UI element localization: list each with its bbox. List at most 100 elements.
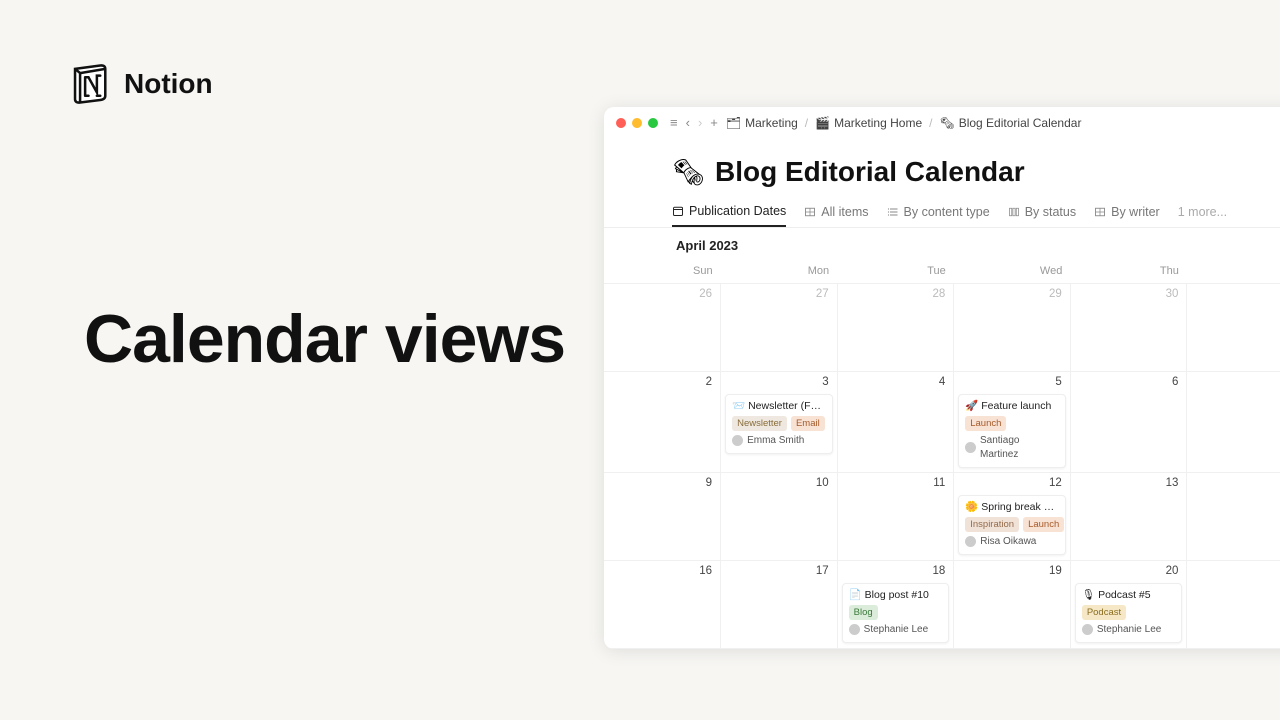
tag-blog: Blog [849,605,878,620]
day-number: 9 [706,477,712,489]
calendar-cell[interactable]: 9 [604,472,721,560]
window-controls[interactable] [616,118,658,128]
breadcrumb-root[interactable]: Marketing [745,116,798,130]
forward-icon[interactable]: › [698,115,702,130]
author-name: Risa Oikawa [980,535,1036,549]
close-icon[interactable] [616,118,626,128]
card-icon: 🎙 [1082,589,1095,601]
event-card-spring-break[interactable]: 🌼 Spring break cam... Inspiration Launch… [958,495,1066,555]
tab-label: By writer [1111,205,1160,219]
tag-inspiration: Inspiration [965,517,1019,532]
card-title: Newsletter (Febr... [748,400,826,412]
day-number: 6 [1172,376,1178,388]
notion-logo-icon [70,62,112,106]
calendar-cell[interactable] [1187,560,1280,648]
card-title: Spring break cam... [981,501,1059,513]
breadcrumb-root-icon: 🗂 [726,116,741,130]
weekday-header: Sun [604,259,721,284]
day-number: 4 [939,376,945,388]
tab-more[interactable]: 1 more... [1178,199,1227,226]
menu-icon[interactable]: ≡ [670,115,678,130]
calendar-cell[interactable]: 11 [837,472,954,560]
tag-launch: Launch [1023,517,1064,532]
day-number: 26 [699,288,712,300]
breadcrumb-home-icon: 🎬 [815,116,830,130]
tag-newsletter: Newsletter [732,416,787,431]
card-icon: 🌼 [965,501,978,513]
day-number: 16 [699,565,712,577]
event-card-feature-launch[interactable]: 🚀 Feature launch Launch Santiago Martine… [958,394,1066,468]
page-headline: Calendar views [84,300,565,378]
event-card-blog-post-10[interactable]: 📄 Blog post #10 Blog Stephanie Lee [842,583,950,643]
calendar-cell[interactable]: 30 [1070,284,1187,372]
tag-launch: Launch [965,416,1006,431]
card-title: Feature launch [981,400,1051,412]
breadcrumb[interactable]: 🗂 Marketing / 🎬 Marketing Home / 🗞 Blog … [726,116,1082,130]
day-number: 13 [1166,477,1179,489]
weekday-header: Thu [1070,259,1187,284]
page-icon[interactable]: 🗞 [672,157,705,188]
tab-by-writer[interactable]: By writer [1094,199,1160,226]
calendar-cell[interactable] [1187,284,1280,372]
day-number: 20 [1166,565,1179,577]
calendar-icon [672,205,684,217]
calendar-cell[interactable]: 10 [721,472,838,560]
calendar-cell[interactable]: 18 📄 Blog post #10 Blog Stephanie Lee [837,560,954,648]
day-number: 29 [1049,288,1062,300]
calendar-cell[interactable] [1187,472,1280,560]
back-icon[interactable]: ‹ [686,115,690,130]
calendar-cell[interactable]: 20 🎙 Podcast #5 Podcast Stephanie Lee [1070,560,1187,648]
card-title: Blog post #10 [865,589,929,601]
maximize-icon[interactable] [648,118,658,128]
calendar-cell[interactable]: 28 [837,284,954,372]
calendar-cell[interactable]: 12 🌼 Spring break cam... Inspiration Lau… [954,472,1071,560]
calendar-cell[interactable] [1187,372,1280,473]
calendar-cell[interactable]: 3 📨 Newsletter (Febr... Newsletter Email… [721,372,838,473]
window-topbar: ≡ ‹ › + 🗂 Marketing / 🎬 Marketing Home /… [604,107,1280,138]
day-number: 18 [932,565,945,577]
calendar-cell[interactable]: 16 [604,560,721,648]
breadcrumb-page-icon: 🗞 [939,116,954,130]
avatar [965,442,976,453]
day-number: 11 [933,477,945,489]
tag-email: Email [791,416,825,431]
card-title: Podcast #5 [1098,589,1151,601]
tab-label: Publication Dates [689,204,786,218]
calendar-cell[interactable]: 27 [721,284,838,372]
weekday-header: Mon [721,259,838,284]
event-card-newsletter[interactable]: 📨 Newsletter (Febr... Newsletter Email E… [725,394,833,454]
new-page-icon[interactable]: + [710,115,718,130]
author-name: Stephanie Lee [864,623,929,637]
tab-by-content-type[interactable]: By content type [887,199,990,226]
calendar-cell[interactable]: 19 [954,560,1071,648]
card-icon: 📨 [732,400,745,412]
tab-label: By status [1025,205,1076,219]
table-icon [804,206,816,218]
calendar-cell[interactable]: 29 [954,284,1071,372]
page-title[interactable]: Blog Editorial Calendar [715,156,1025,188]
calendar-cell[interactable]: 13 [1070,472,1187,560]
calendar-cell[interactable]: 6 [1070,372,1187,473]
tab-publication-dates[interactable]: Publication Dates [672,198,786,227]
author-name: Emma Smith [747,434,804,448]
calendar-cell[interactable]: 26 [604,284,721,372]
day-number: 17 [816,565,829,577]
day-number: 19 [1049,565,1062,577]
calendar-cell[interactable]: 4 [837,372,954,473]
breadcrumb-home[interactable]: Marketing Home [834,116,922,130]
weekday-header: Tue [837,259,954,284]
day-number: 28 [932,288,945,300]
author-name: Stephanie Lee [1097,623,1162,637]
minimize-icon[interactable] [632,118,642,128]
tab-all-items[interactable]: All items [804,199,868,226]
calendar-cell[interactable]: 5 🚀 Feature launch Launch Santiago Marti… [954,372,1071,473]
calendar-cell[interactable]: 2 [604,372,721,473]
avatar [1082,624,1093,635]
event-card-podcast-5[interactable]: 🎙 Podcast #5 Podcast Stephanie Lee [1075,583,1183,643]
calendar-cell[interactable]: 17 [721,560,838,648]
tab-by-status[interactable]: By status [1008,199,1076,226]
table-icon [1094,206,1106,218]
card-icon: 🚀 [965,400,978,412]
breadcrumb-page[interactable]: Blog Editorial Calendar [959,116,1082,130]
view-tabs: Publication Dates All items By content t… [604,198,1280,228]
